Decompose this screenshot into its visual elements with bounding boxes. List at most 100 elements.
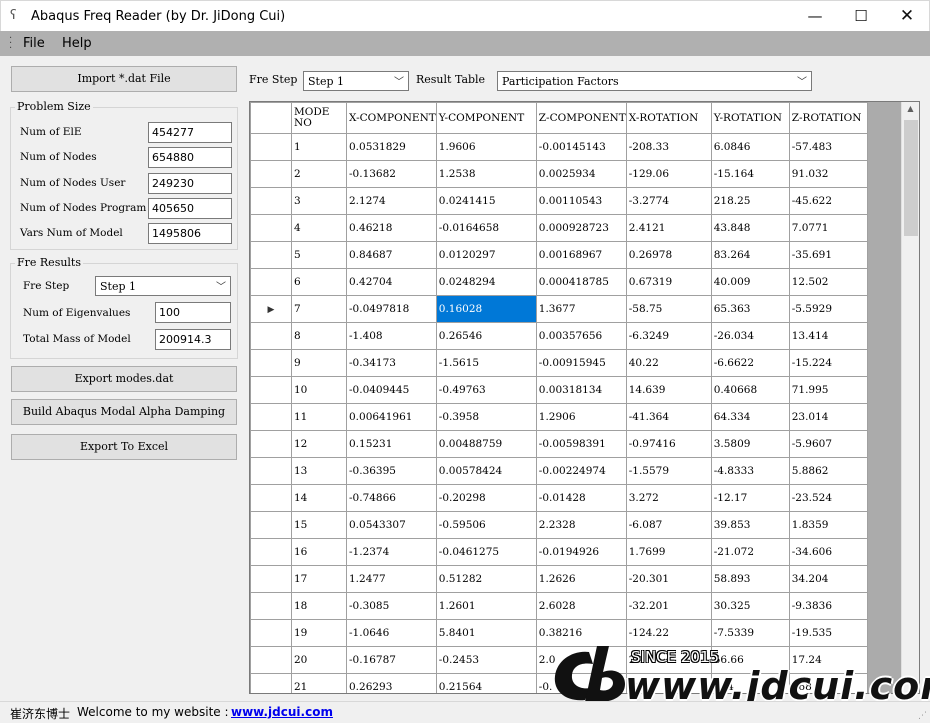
table-cell[interactable]: 804 bbox=[710, 673, 790, 693]
table-cell[interactable]: 1.2601 bbox=[435, 592, 537, 620]
table-cell[interactable]: 10 bbox=[291, 376, 347, 404]
table-cell[interactable]: 5 bbox=[291, 241, 347, 269]
table-cell[interactable]: 71.995 bbox=[788, 376, 868, 404]
table-cell[interactable]: 51 bbox=[625, 673, 712, 693]
table-cell[interactable]: -0.20298 bbox=[435, 484, 537, 512]
table-cell[interactable]: 768 bbox=[788, 673, 868, 693]
table-cell[interactable]: -0.00224974 bbox=[535, 457, 627, 485]
table-cell[interactable]: -0.49763 bbox=[435, 376, 537, 404]
table-cell[interactable]: 21 bbox=[291, 673, 347, 693]
table-cell[interactable]: 12.502 bbox=[788, 268, 868, 296]
table-cell[interactable]: 7 bbox=[291, 295, 347, 323]
table-cell[interactable]: 5.8401 bbox=[435, 619, 537, 647]
table-cell[interactable]: 2 bbox=[291, 160, 347, 188]
table-cell[interactable]: 40.22 bbox=[625, 349, 712, 377]
table-cell[interactable]: -35.691 bbox=[788, 241, 868, 269]
table-cell[interactable]: -0.0497818 bbox=[346, 295, 437, 323]
menu-help[interactable]: Help bbox=[62, 36, 92, 51]
close-button[interactable]: ✕ bbox=[884, 1, 930, 32]
table-row[interactable]: 17 1.2477 0.51282 1.2626 -20.301 58.893 34.204 bbox=[250, 565, 868, 593]
table-cell[interactable]: 0.000928723 bbox=[535, 214, 627, 242]
table-row[interactable]: 9 -0.34173 -1.5615 -0.00915945 40.22 -6.6622-… bbox=[250, 349, 868, 377]
table-cell[interactable]: 1.2626 bbox=[535, 565, 627, 593]
row-header[interactable] bbox=[250, 511, 292, 539]
table-cell[interactable]: -26.034 bbox=[710, 322, 790, 350]
row-header[interactable] bbox=[250, 457, 292, 485]
table-cell[interactable]: -9.3836 bbox=[788, 592, 868, 620]
row-header[interactable] bbox=[250, 241, 292, 269]
table-cell[interactable]: -0.01428 bbox=[535, 484, 627, 512]
table-cell[interactable]: -129.06 bbox=[625, 160, 712, 188]
table-cell[interactable]: -15.224 bbox=[788, 349, 868, 377]
table-cell[interactable]: -0.00915945 bbox=[535, 349, 627, 377]
table-cell[interactable]: -21.072 bbox=[710, 538, 790, 566]
row-header[interactable] bbox=[250, 160, 292, 188]
table-cell[interactable]: -1.2374 bbox=[346, 538, 437, 566]
table-cell[interactable]: 0.46218 bbox=[346, 214, 437, 242]
table-row[interactable]: 13 -0.36395 0.00578424 -0.00224974 -1.5579 -4… bbox=[250, 457, 868, 485]
table-row[interactable]: 1 0.0531829 1.9606 -0.00145143 -208.33 6.0846… bbox=[250, 133, 868, 161]
table-cell[interactable]: 11 bbox=[291, 403, 347, 431]
table-cell[interactable]: -32.201 bbox=[625, 592, 712, 620]
table-cell[interactable]: -1.0646 bbox=[346, 619, 437, 647]
table-cell[interactable]: 0.0531829 bbox=[346, 133, 437, 161]
table-cell[interactable]: 0.00641961 bbox=[346, 403, 437, 431]
table-cell[interactable]: 40.009 bbox=[710, 268, 790, 296]
table-cell[interactable]: 5.8862 bbox=[788, 457, 868, 485]
table-cell[interactable]: -4.8333 bbox=[710, 457, 790, 485]
table-cell[interactable]: 13.414 bbox=[788, 322, 868, 350]
table-cell[interactable]: 0.15231 bbox=[346, 430, 437, 458]
row-header[interactable] bbox=[250, 430, 292, 458]
num-nodes-field[interactable]: 654880 bbox=[148, 147, 232, 168]
num-ele-field[interactable]: 454277 bbox=[148, 122, 232, 143]
table-cell[interactable]: 0.0025934 bbox=[535, 160, 627, 188]
table-cell[interactable]: -58.75 bbox=[625, 295, 712, 323]
table-row[interactable]: 15 0.0543307 -0.59506 2.2328 -6.087 39.853 1.8… bbox=[250, 511, 868, 539]
table-cell[interactable]: 0.26978 bbox=[625, 241, 712, 269]
table-cell[interactable]: 16 bbox=[291, 538, 347, 566]
table-cell[interactable]: 0.26293 bbox=[346, 673, 437, 693]
results-grid[interactable]: MODE NO X-COMPONENT Y-COMPONENT Z-COMPONENT… bbox=[249, 101, 920, 694]
table-cell[interactable]: -23.524 bbox=[788, 484, 868, 512]
table-cell[interactable]: -0.16787 bbox=[346, 646, 437, 674]
table-row[interactable]: 18 -0.3085 1.2601 2.6028 -32.201 30.325 -9.383… bbox=[250, 592, 868, 620]
table-cell[interactable]: 13 bbox=[291, 457, 347, 485]
table-cell[interactable]: 1.3677 bbox=[535, 295, 627, 323]
table-cell[interactable]: -0.3958 bbox=[435, 403, 537, 431]
table-cell[interactable]: 0.0120297 bbox=[435, 241, 537, 269]
table-cell[interactable]: 14 bbox=[291, 484, 347, 512]
row-header[interactable] bbox=[250, 214, 292, 242]
table-cell[interactable]: 91.032 bbox=[788, 160, 868, 188]
table-cell[interactable]: 2.2328 bbox=[535, 511, 627, 539]
table-cell[interactable]: -0.34173 bbox=[346, 349, 437, 377]
row-header[interactable] bbox=[250, 376, 292, 404]
table-cell[interactable]: 1.8359 bbox=[788, 511, 868, 539]
row-header[interactable] bbox=[250, 565, 292, 593]
table-cell[interactable]: 1.2477 bbox=[346, 565, 437, 593]
table-cell[interactable]: 14.639 bbox=[625, 376, 712, 404]
table-cell[interactable]: 218.25 bbox=[710, 187, 790, 215]
table-cell[interactable]: 7.0771 bbox=[788, 214, 868, 242]
table-cell[interactable]: 23.014 bbox=[788, 403, 868, 431]
table-cell[interactable]: 43.848 bbox=[710, 214, 790, 242]
column-header[interactable]: X-COMPONENT bbox=[346, 102, 437, 134]
table-cell[interactable]: 4 bbox=[291, 214, 347, 242]
toolbar-fre-step-select[interactable]: Step 1 ﹀ bbox=[303, 71, 409, 91]
table-cell[interactable]: 1.2538 bbox=[435, 160, 537, 188]
table-cell[interactable]: 34.204 bbox=[788, 565, 868, 593]
table-row[interactable]: 10 -0.0409445 -0.49763 0.00318134 14.639 0.40… bbox=[250, 376, 868, 404]
table-cell[interactable]: -6.6622 bbox=[710, 349, 790, 377]
column-header[interactable]: X-ROTATION bbox=[625, 102, 712, 134]
num-nodes-user-field[interactable]: 249230 bbox=[148, 173, 232, 194]
vars-num-field[interactable]: 1495806 bbox=[148, 223, 232, 244]
table-cell[interactable]: -34.606 bbox=[788, 538, 868, 566]
table-cell[interactable]: 0.67319 bbox=[625, 268, 712, 296]
row-header[interactable] bbox=[250, 187, 292, 215]
table-row[interactable]: 2 -0.13682 1.2538 0.0025934 -129.06 -15.164 91… bbox=[250, 160, 868, 188]
row-header[interactable] bbox=[250, 349, 292, 377]
table-cell[interactable]: 17 bbox=[291, 565, 347, 593]
table-cell[interactable]: -3.2774 bbox=[625, 187, 712, 215]
table-cell[interactable]: 0.0543307 bbox=[346, 511, 437, 539]
result-table-select[interactable]: Participation Factors ﹀ bbox=[497, 71, 812, 91]
table-cell[interactable]: -124.22 bbox=[625, 619, 712, 647]
